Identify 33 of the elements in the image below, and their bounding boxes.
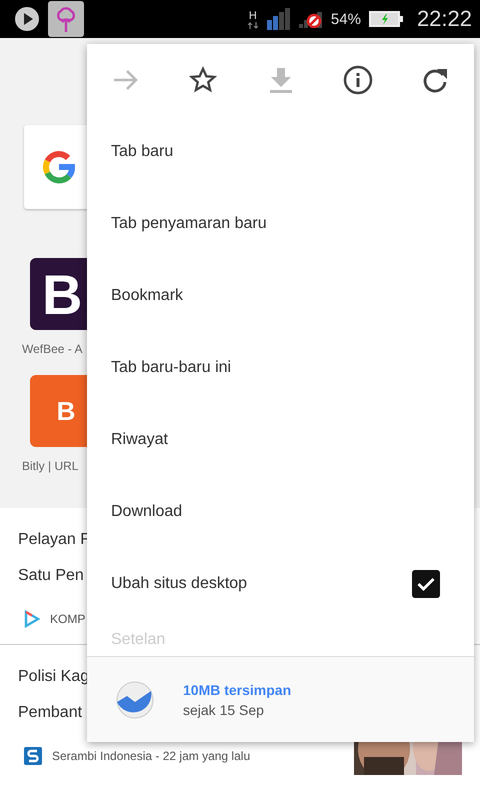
reload-icon	[422, 67, 448, 93]
source-text: Serambi Indonesia - 22 jam yang lalu	[52, 749, 250, 763]
forward-icon	[113, 69, 139, 91]
network-type: H	[248, 10, 257, 22]
menu-item[interactable]: Tab penyamaran baru	[87, 188, 474, 260]
menu-item[interactable]: Tab baru	[87, 116, 474, 188]
shortcut-label: WefBee - A	[22, 342, 82, 356]
battery-icon	[368, 11, 403, 27]
checkbox[interactable]	[412, 570, 440, 598]
check-icon	[417, 577, 435, 591]
clock: 22:22	[416, 6, 472, 32]
app-icon	[48, 1, 84, 37]
savings-subtitle: sejak 15 Sep	[183, 702, 265, 718]
info-icon	[342, 65, 373, 95]
star-button[interactable]	[188, 65, 218, 95]
shortcut-label: Bitly | URL	[22, 459, 78, 473]
google-icon	[42, 150, 76, 184]
info-button[interactable]	[342, 65, 373, 95]
data-saver-footer[interactable]: 10MB tersimpan sejak 15 Sep	[87, 656, 474, 742]
source-logo-icon	[24, 747, 42, 765]
play-icon	[14, 6, 40, 32]
no-signal-icon	[298, 10, 323, 28]
data-saver-icon	[115, 680, 155, 720]
download-icon	[268, 67, 292, 93]
battery-percent: 54%	[330, 10, 361, 28]
savings-title: 10MB tersimpan	[183, 682, 292, 698]
menu-item[interactable]: Ubah situs desktop	[111, 575, 248, 593]
data-arrows-icon	[248, 22, 258, 28]
signal-icon	[266, 8, 291, 30]
menu-item[interactable]: Download	[87, 476, 474, 548]
source-text: KOMP	[50, 612, 86, 626]
star-icon	[189, 66, 218, 94]
play-logo-icon	[24, 610, 40, 628]
